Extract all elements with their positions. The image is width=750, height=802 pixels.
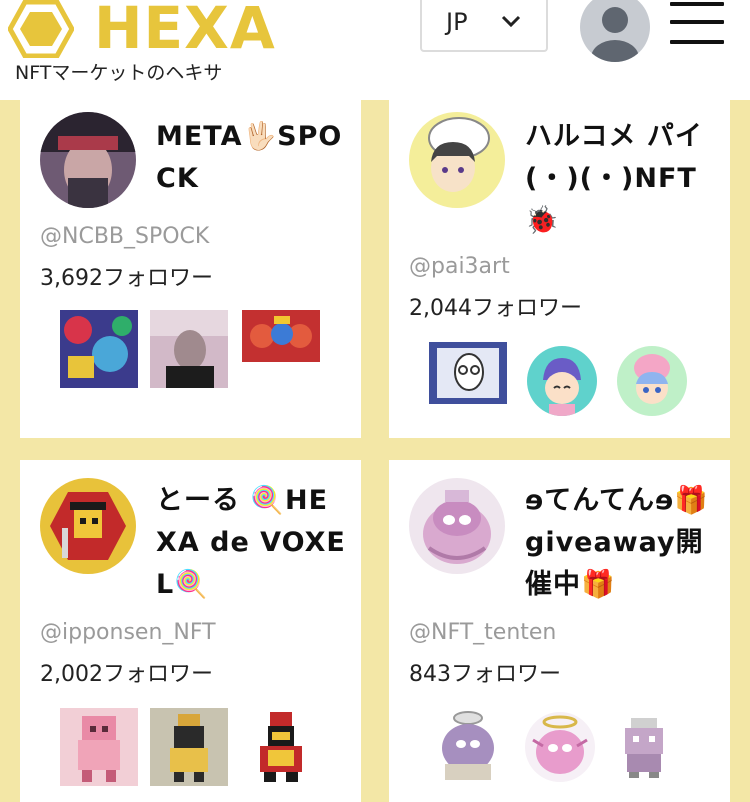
user-handle[interactable]: @NCBB_SPOCK — [40, 224, 209, 249]
profile-avatar[interactable] — [409, 112, 505, 208]
user-card[interactable]: META🖖🏻SPOCK @NCBB_SPOCK 3,692フォロワー — [20, 100, 361, 438]
user-name[interactable]: META🖖🏻SPOCK — [156, 116, 346, 200]
language-select[interactable]: JP — [420, 0, 548, 52]
user-handle[interactable]: @NFT_tenten — [409, 620, 556, 645]
follower-count: 2,002フォロワー — [40, 662, 213, 687]
hexagon-logo-icon — [8, 0, 74, 58]
profile-avatar[interactable] — [40, 112, 136, 208]
site-header: HEXA NFTマーケットのヘキサ JP — [0, 0, 750, 100]
user-name[interactable]: ハルコメ パイ(・)(・)NFT🐞 — [525, 116, 715, 242]
user-handle[interactable]: @ipponsen_NFT — [40, 620, 216, 645]
follower-count: 843フォロワー — [409, 662, 561, 687]
user-card[interactable]: ɘてんてんɘ🎁giveaway開催中🎁 @NFT_tenten 843フォロワー — [389, 460, 730, 802]
profile-avatar[interactable] — [409, 478, 505, 574]
nft-thumbnail[interactable] — [242, 708, 320, 786]
nft-thumbnail[interactable] — [60, 708, 138, 786]
profile-avatar[interactable] — [40, 478, 136, 574]
nft-thumbnail[interactable] — [242, 310, 320, 362]
user-handle[interactable]: @pai3art — [409, 254, 510, 279]
nft-thumbnail[interactable] — [525, 712, 595, 782]
user-avatar-icon[interactable] — [580, 0, 650, 62]
logo-text: HEXA — [94, 0, 276, 62]
nft-thumbnail[interactable] — [150, 708, 228, 786]
nft-thumbnail[interactable] — [60, 310, 138, 388]
nft-thumbnail[interactable] — [150, 310, 228, 388]
hamburger-menu-icon[interactable] — [668, 0, 726, 48]
follower-count: 2,044フォロワー — [409, 296, 582, 321]
follower-count: 3,692フォロワー — [40, 266, 213, 291]
nft-thumbnail[interactable] — [611, 714, 677, 780]
user-name[interactable]: ɘてんてんɘ🎁giveaway開催中🎁 — [525, 480, 715, 606]
nft-thumbnail[interactable] — [429, 708, 507, 786]
user-card[interactable]: とーる 🍭HEXA de VOXEL🍭 @ipponsen_NFT 2,002フ… — [20, 460, 361, 802]
nft-thumbnail[interactable] — [617, 346, 687, 416]
user-name[interactable]: とーる 🍭HEXA de VOXEL🍭 — [156, 480, 346, 606]
tagline: NFTマーケットのヘキサ — [15, 62, 223, 84]
nft-thumbnail[interactable] — [429, 342, 507, 404]
user-card[interactable]: ハルコメ パイ(・)(・)NFT🐞 @pai3art 2,044フォロワー — [389, 100, 730, 438]
chevron-down-icon — [501, 15, 521, 28]
language-value: JP — [446, 8, 468, 36]
nft-thumbnail[interactable] — [527, 346, 597, 416]
